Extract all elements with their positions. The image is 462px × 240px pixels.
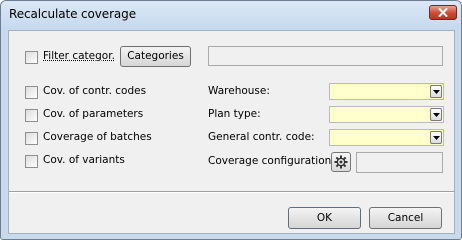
plan-type-label: Plan type: bbox=[208, 108, 261, 120]
categories-field bbox=[208, 46, 443, 66]
contract-codes-checkbox[interactable] bbox=[25, 86, 38, 99]
warehouse-combo[interactable] bbox=[329, 83, 444, 100]
cancel-button[interactable]: Cancel bbox=[369, 207, 442, 229]
filter-category-label: Filter categor. bbox=[43, 50, 115, 62]
general-code-combo[interactable] bbox=[329, 129, 444, 146]
filter-category-checkbox[interactable] bbox=[25, 51, 38, 64]
chevron-down-icon bbox=[433, 113, 440, 117]
batches-label: Coverage of batches bbox=[43, 131, 152, 143]
dialog-body: Filter categor. Categories Cov. of contr… bbox=[8, 30, 455, 234]
dialog-window: Recalculate coverage Filter categor. Cat… bbox=[0, 0, 462, 240]
close-icon bbox=[438, 8, 448, 17]
coverage-config-field bbox=[356, 152, 443, 173]
variants-checkbox[interactable] bbox=[25, 155, 38, 168]
general-code-dropdown-button[interactable] bbox=[430, 131, 442, 144]
variants-label: Cov. of variants bbox=[43, 154, 125, 166]
coverage-config-button[interactable] bbox=[331, 152, 351, 172]
parameters-label: Cov. of parameters bbox=[43, 108, 144, 120]
general-code-label: General contr. code: bbox=[208, 131, 315, 143]
separator bbox=[9, 191, 454, 193]
coverage-config-label: Coverage configuration: bbox=[208, 155, 335, 167]
parameters-checkbox[interactable] bbox=[25, 109, 38, 122]
warehouse-label: Warehouse: bbox=[208, 85, 270, 97]
plan-type-dropdown-button[interactable] bbox=[430, 108, 442, 121]
plan-type-combo[interactable] bbox=[329, 106, 444, 123]
categories-button[interactable]: Categories bbox=[120, 46, 191, 67]
contract-codes-label: Cov. of contr. codes bbox=[43, 85, 147, 97]
chevron-down-icon bbox=[433, 136, 440, 140]
close-button[interactable] bbox=[429, 5, 457, 20]
window-title: Recalculate coverage bbox=[9, 7, 136, 21]
gear-icon bbox=[334, 155, 348, 169]
batches-checkbox[interactable] bbox=[25, 132, 38, 145]
ok-button[interactable]: OK bbox=[288, 207, 361, 229]
warehouse-dropdown-button[interactable] bbox=[430, 85, 442, 98]
title-bar[interactable]: Recalculate coverage bbox=[1, 1, 461, 29]
chevron-down-icon bbox=[433, 90, 440, 94]
